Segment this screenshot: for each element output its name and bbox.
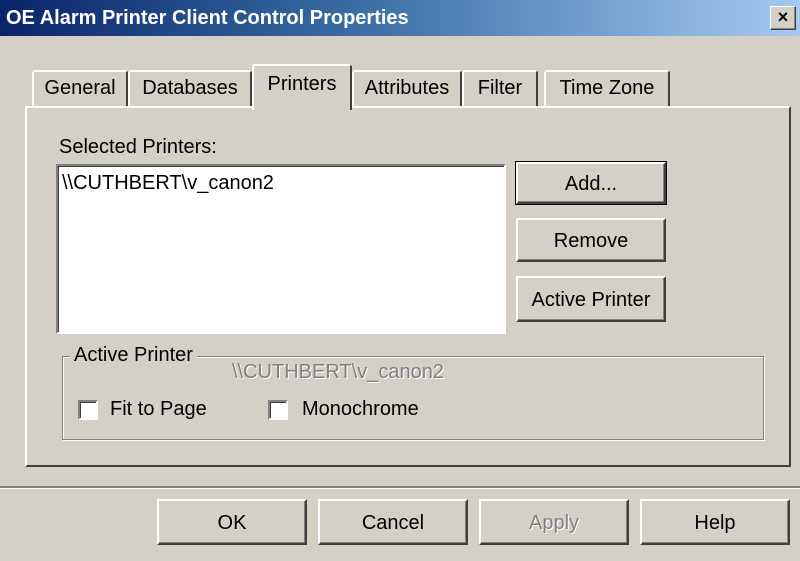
- fit-to-page-checkbox[interactable]: [78, 400, 98, 420]
- ok-button-label: OK: [217, 512, 247, 534]
- monochrome-checkbox[interactable]: [268, 400, 288, 420]
- remove-printer-button-label: Remove: [553, 230, 629, 252]
- selected-printers-label: Selected Printers:: [59, 136, 217, 158]
- tab-databases[interactable]: Databases: [128, 70, 252, 108]
- tab-time-zone-label: Time Zone: [559, 77, 655, 99]
- help-button[interactable]: Help: [640, 499, 790, 545]
- active-printer-button[interactable]: Active Printer: [516, 276, 666, 322]
- ok-button[interactable]: OK: [157, 499, 307, 545]
- close-button[interactable]: ×: [770, 6, 796, 30]
- tab-printers[interactable]: Printers: [252, 64, 352, 110]
- add-printer-button[interactable]: Add...: [515, 161, 667, 205]
- window-title: OE Alarm Printer Client Control Properti…: [6, 7, 409, 29]
- add-printer-button-label: Add...: [564, 173, 618, 195]
- list-item[interactable]: \\CUTHBERT\v_canon2: [62, 172, 504, 195]
- tab-attributes[interactable]: Attributes: [352, 70, 462, 108]
- remove-printer-button[interactable]: Remove: [516, 218, 666, 262]
- fit-to-page-label[interactable]: Fit to Page: [110, 398, 207, 421]
- help-button-label: Help: [694, 512, 736, 534]
- tab-general-label: General: [44, 77, 116, 99]
- active-printer-group-label: Active Printer: [70, 344, 197, 367]
- apply-button[interactable]: Apply: [479, 499, 629, 545]
- tab-time-zone[interactable]: Time Zone: [544, 70, 670, 108]
- tab-attributes-label: Attributes: [364, 77, 450, 99]
- tab-filter-label: Filter: [477, 77, 523, 99]
- monochrome-label[interactable]: Monochrome: [302, 398, 419, 421]
- active-printer-value: \\CUTHBERT\v_canon2: [232, 361, 444, 383]
- tab-general[interactable]: General: [32, 70, 128, 108]
- tab-filter[interactable]: Filter: [462, 70, 538, 108]
- cancel-button[interactable]: Cancel: [318, 499, 468, 545]
- cancel-button-label: Cancel: [361, 512, 425, 534]
- title-bar[interactable]: OE Alarm Printer Client Control Properti…: [0, 0, 800, 36]
- tab-printers-label: Printers: [267, 73, 337, 95]
- button-bar-separator: [0, 486, 800, 489]
- close-icon: ×: [777, 7, 789, 27]
- apply-button-label: Apply: [528, 512, 580, 534]
- selected-printers-list[interactable]: \\CUTHBERT\v_canon2: [56, 164, 506, 334]
- active-printer-button-label: Active Printer: [531, 289, 651, 311]
- tab-databases-label: Databases: [142, 77, 238, 99]
